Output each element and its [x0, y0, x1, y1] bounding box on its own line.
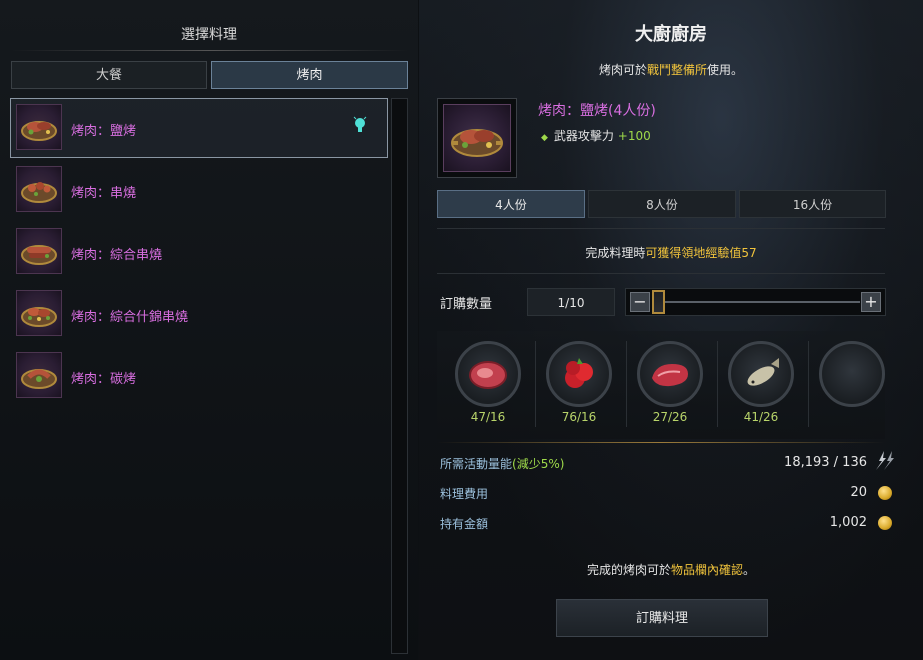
size-16-button[interactable]: 16人份: [739, 190, 886, 218]
effect-name: 武器攻擊力: [553, 129, 614, 143]
mixed-skewer-dish-icon: [16, 228, 62, 274]
confirm-suffix: 。: [743, 563, 756, 577]
effect-value: +100: [617, 129, 651, 143]
lightbulb-icon: [353, 116, 367, 140]
assorted-skewer-dish-icon: [16, 290, 62, 336]
ingredient-count: 27/26: [652, 410, 688, 424]
recipe-select-title: 選擇料理: [181, 27, 237, 43]
recipe-list-scrollbar[interactable]: [391, 98, 408, 654]
size-4-button[interactable]: 4人份: [437, 190, 585, 218]
dish-effect: ◆ 武器攻擊力 +100: [541, 127, 651, 144]
recipe-label: 烤肉：綜合串燒: [71, 248, 163, 263]
energy-icon: [872, 450, 896, 476]
kitchen-panel: 大廚廚房 烤肉可於戰鬥整備所使用。 烤肉：鹽烤(4人份) ◆ 武器攻擊力 +100…: [419, 0, 923, 660]
gold-divider: [437, 442, 885, 443]
gold-value: 1,002: [829, 515, 867, 530]
grilled-meat-dish-icon: [16, 104, 62, 150]
energy-discount: (減少5%): [512, 457, 565, 471]
usage-place: 戰鬥整備所: [646, 63, 707, 77]
gold-label: 持有金額: [440, 517, 489, 531]
charcoal-grill-dish-icon: [16, 352, 62, 398]
skewer-dish-icon: [16, 166, 62, 212]
ingredient-slot-empty: [811, 337, 897, 437]
minus-button[interactable]: −: [630, 292, 650, 312]
slot-divider: [808, 341, 809, 427]
dish-name: 烤肉：鹽烤(4人份): [538, 103, 656, 119]
confirm-highlight: 物品欄內確認: [670, 563, 743, 577]
recipe-item-skewer[interactable]: 烤肉：串燒: [10, 160, 388, 220]
energy-label: 所需活動量能(減少5%): [440, 455, 564, 472]
exp-highlight: 可獲得領地經驗值57: [645, 246, 757, 260]
exp-prefix: 完成料理時: [585, 246, 646, 260]
slot-divider: [535, 341, 536, 427]
ingredient-slot[interactable]: 47/16: [447, 337, 533, 437]
salt-grill-dish-icon: [443, 104, 511, 172]
energy-value: 18,193 / 136: [784, 455, 867, 470]
recipe-label: 烤肉：串燒: [71, 186, 137, 201]
fish-icon: [728, 341, 794, 407]
slot-divider: [626, 341, 627, 427]
divider: [437, 273, 885, 274]
ingredient-count: 41/26: [743, 410, 779, 424]
recipe-select-panel: 選擇料理 大餐 烤肉 烤肉：鹽烤 烤肉：串燒 烤肉：綜合串燒 烤肉：綜合什錦串燒…: [0, 0, 418, 660]
empty-slot-icon: [819, 341, 885, 407]
recipe-label: 烤肉：綜合什錦串燒: [71, 310, 189, 325]
selected-dish-frame: [437, 98, 517, 178]
exp-text: 完成料理時可獲得領地經驗值57: [419, 244, 923, 261]
recipe-label: 烤肉：鹽烤: [71, 124, 137, 139]
slider-handle[interactable]: [652, 290, 665, 314]
cost-value: 20: [850, 485, 867, 500]
ingredient-slot[interactable]: 27/26: [629, 337, 715, 437]
recipe-label: 烤肉：碳烤: [71, 372, 137, 387]
tab-feast[interactable]: 大餐: [11, 61, 207, 89]
confirm-prefix: 完成的烤肉可於: [586, 563, 671, 577]
recipe-item-mixed-skewer[interactable]: 烤肉：綜合串燒: [10, 222, 388, 282]
usage-text: 烤肉可於戰鬥整備所使用。: [419, 61, 923, 78]
divider: [437, 228, 885, 229]
diamond-bullet-icon: ◆: [541, 133, 548, 143]
size-8-button[interactable]: 8人份: [588, 190, 736, 218]
quantity-input[interactable]: 1/10: [527, 288, 615, 316]
meat-cut-icon: [637, 341, 703, 407]
order-cooking-button[interactable]: 訂購料理: [556, 599, 768, 637]
quantity-slider[interactable]: − +: [625, 288, 886, 316]
usage-suffix: 使用。: [707, 63, 744, 77]
plus-button[interactable]: +: [861, 292, 881, 312]
quantity-label: 訂購數量: [440, 297, 493, 312]
ingredient-count: 76/16: [561, 410, 597, 424]
red-fruit-icon: [546, 341, 612, 407]
ingredient-slot[interactable]: 41/26: [720, 337, 806, 437]
energy-label-text: 所需活動量能: [440, 457, 513, 471]
recipe-item-assorted-skewer[interactable]: 烤肉：綜合什錦串燒: [10, 284, 388, 344]
ingredient-count: 47/16: [470, 410, 506, 424]
confirm-text: 完成的烤肉可於物品欄內確認。: [419, 561, 923, 578]
recipe-item-charcoal-grill[interactable]: 烤肉：碳烤: [10, 346, 388, 406]
ingredient-list: 47/16 76/16 27/26 41/26: [437, 331, 885, 439]
tab-barbecue[interactable]: 烤肉: [211, 61, 408, 89]
gold-coin-icon: [878, 486, 892, 500]
kitchen-title: 大廚廚房: [635, 24, 707, 45]
cost-label: 料理費用: [440, 487, 489, 501]
raw-steak-icon: [455, 341, 521, 407]
usage-prefix: 烤肉可於: [598, 63, 647, 77]
ingredient-slot[interactable]: 76/16: [538, 337, 624, 437]
gold-coin-icon: [878, 516, 892, 530]
recipe-item-salt-grill[interactable]: 烤肉：鹽烤: [10, 98, 388, 158]
slot-divider: [717, 341, 718, 427]
title-divider: [12, 50, 408, 51]
recipe-list: 烤肉：鹽烤 烤肉：串燒 烤肉：綜合串燒 烤肉：綜合什錦串燒 烤肉：碳烤: [10, 98, 388, 408]
slider-rail: [660, 301, 860, 303]
